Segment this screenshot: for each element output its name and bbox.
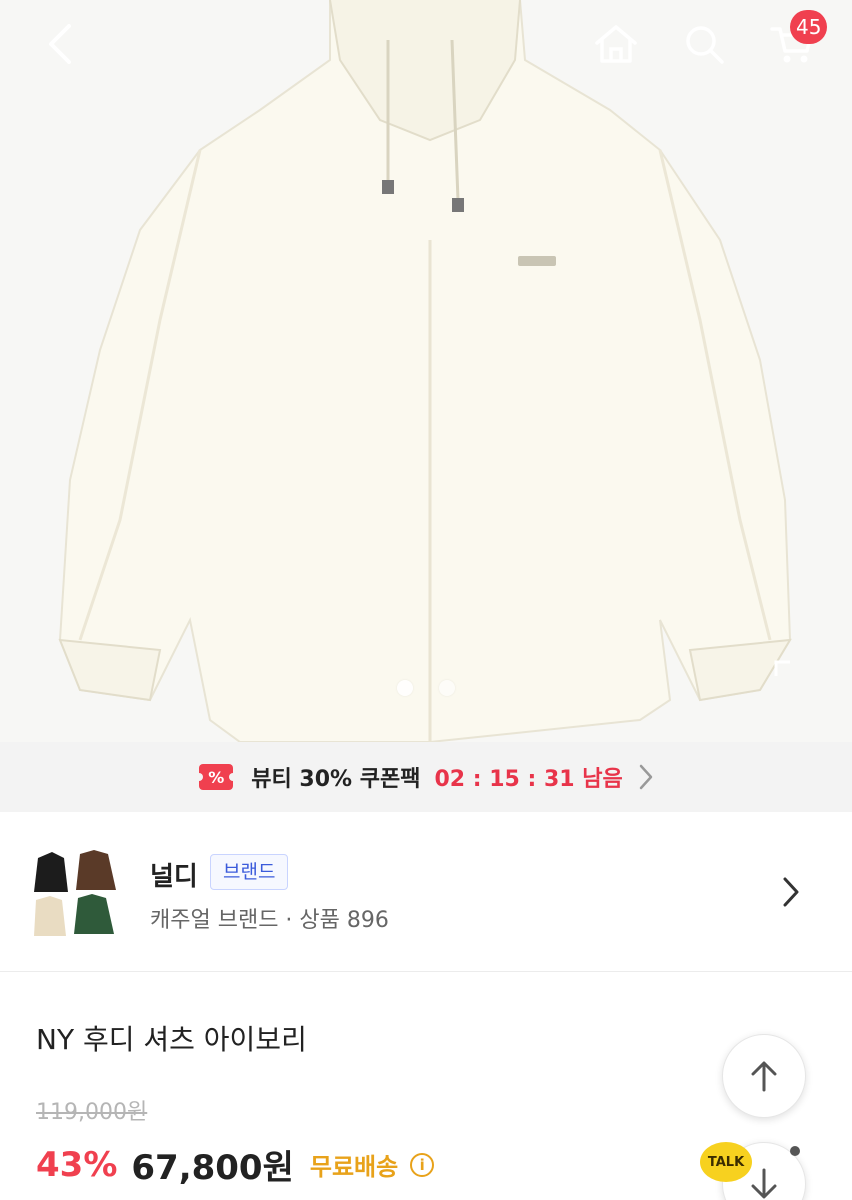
brand-subtitle: 캐주얼 브랜드 · 상품 896 bbox=[150, 908, 389, 933]
scroll-up-button[interactable] bbox=[722, 1034, 806, 1118]
coupon-banner[interactable]: % 뷰티 30% 쿠폰팩 02 : 15 : 31 남음 bbox=[0, 742, 852, 812]
chevron-right-icon bbox=[783, 877, 799, 907]
brand-info-row[interactable]: 널디 브랜드 캐주얼 브랜드 · 상품 896 bbox=[0, 812, 852, 972]
coupon-timer: 02 : 15 : 31 남음 bbox=[434, 767, 623, 792]
product-title: NY 후디 셔츠 아이보리 bbox=[36, 1023, 307, 1056]
gallery-pagination bbox=[0, 680, 852, 696]
home-icon bbox=[595, 25, 637, 63]
discount-rate: 43% bbox=[36, 1144, 118, 1185]
price-row: 43% 67,800원 무료배송 i bbox=[36, 1140, 435, 1189]
arrow-up-icon bbox=[751, 1061, 777, 1092]
notification-dot bbox=[790, 1146, 800, 1156]
coupon-icon: % bbox=[195, 764, 238, 790]
chevron-right-icon bbox=[639, 764, 652, 790]
brand-name: 널디 bbox=[150, 862, 198, 892]
talk-chat-button[interactable]: TALK bbox=[700, 1142, 752, 1182]
pagination-dot[interactable] bbox=[439, 680, 455, 696]
product-photo bbox=[58, 0, 792, 742]
chevron-left-icon bbox=[49, 24, 71, 64]
brand-tag-badge: 브랜드 bbox=[210, 854, 289, 890]
sale-price: 67,800원 bbox=[131, 1148, 294, 1188]
original-price: 119,000원 bbox=[36, 1100, 148, 1125]
home-button[interactable] bbox=[586, 14, 646, 74]
product-image-gallery[interactable]: 45 bbox=[0, 0, 852, 742]
pagination-dot-active[interactable] bbox=[397, 680, 413, 696]
free-shipping-label: 무료배송 bbox=[309, 1153, 399, 1181]
back-button[interactable] bbox=[30, 14, 90, 74]
search-button[interactable] bbox=[674, 14, 734, 74]
brand-thumbnail bbox=[32, 848, 124, 940]
coupon-label: 뷰티 30% 쿠폰팩 bbox=[251, 767, 421, 792]
top-navigation-bar: 45 bbox=[0, 0, 852, 90]
arrow-down-icon bbox=[751, 1168, 777, 1199]
expand-icon[interactable] bbox=[774, 660, 792, 678]
search-icon bbox=[686, 26, 724, 64]
info-icon[interactable]: i bbox=[410, 1152, 435, 1177]
cart-count-badge: 45 bbox=[790, 10, 828, 44]
